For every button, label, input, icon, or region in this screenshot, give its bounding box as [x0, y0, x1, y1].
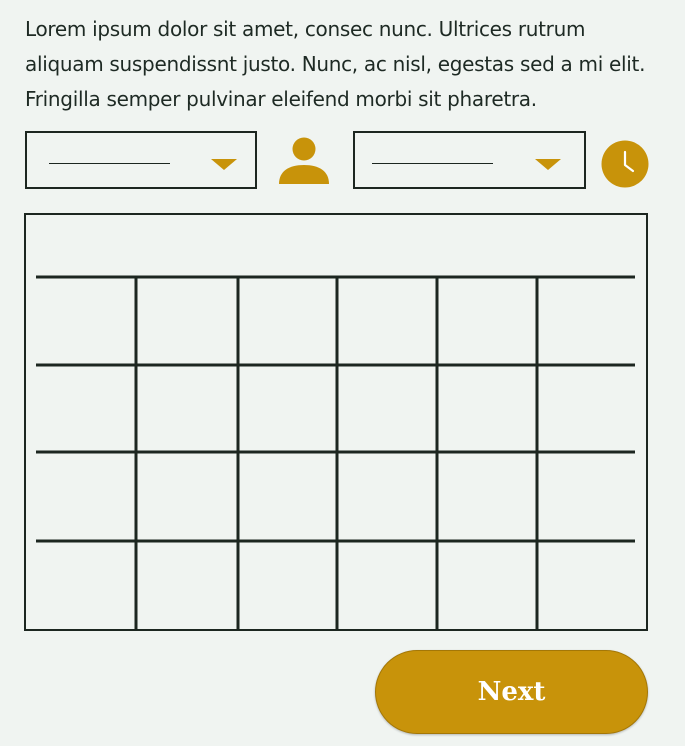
calendar-cell[interactable]	[337, 541, 437, 629]
calendar-cell[interactable]	[337, 365, 437, 452]
calendar-cell[interactable]	[337, 277, 437, 365]
calendar-cell[interactable]	[136, 541, 238, 629]
calendar-cell[interactable]	[36, 365, 136, 452]
calendar-cell[interactable]	[437, 365, 537, 452]
calendar-cell[interactable]	[36, 452, 136, 541]
person-icon	[279, 137, 329, 184]
intro-paragraph: Lorem ipsum dolor sit amet, consec nunc.…	[25, 17, 646, 111]
calendar-cell[interactable]	[537, 541, 634, 629]
calendar-cell[interactable]	[136, 277, 238, 365]
calendar-cell[interactable]	[36, 277, 136, 365]
calendar-cell[interactable]	[136, 365, 238, 452]
next-button[interactable]: Next	[375, 650, 648, 734]
calendar-cell[interactable]	[437, 541, 537, 629]
calendar-cell[interactable]	[337, 452, 437, 541]
chevron-down-icon	[211, 159, 237, 170]
calendar-cell[interactable]	[238, 452, 337, 541]
calendar-cell[interactable]	[537, 365, 634, 452]
calendar-cell[interactable]	[437, 277, 537, 365]
calendar-cell[interactable]	[238, 277, 337, 365]
calendar-cell[interactable]	[238, 541, 337, 629]
right-dropdown[interactable]	[353, 131, 586, 189]
right-dropdown-value	[372, 163, 493, 164]
calendar-cell[interactable]	[36, 541, 136, 629]
left-dropdown[interactable]	[25, 131, 257, 189]
calendar-cell[interactable]	[537, 452, 634, 541]
calendar-grid-lines	[36, 275, 635, 629]
calendar-grid	[24, 213, 648, 631]
left-dropdown-value	[49, 163, 170, 164]
calendar-cell[interactable]	[238, 365, 337, 452]
chevron-down-icon	[535, 159, 561, 170]
clock-icon	[601, 140, 649, 188]
calendar-cell[interactable]	[136, 452, 238, 541]
calendar-cell[interactable]	[537, 277, 634, 365]
calendar-cell[interactable]	[437, 452, 537, 541]
